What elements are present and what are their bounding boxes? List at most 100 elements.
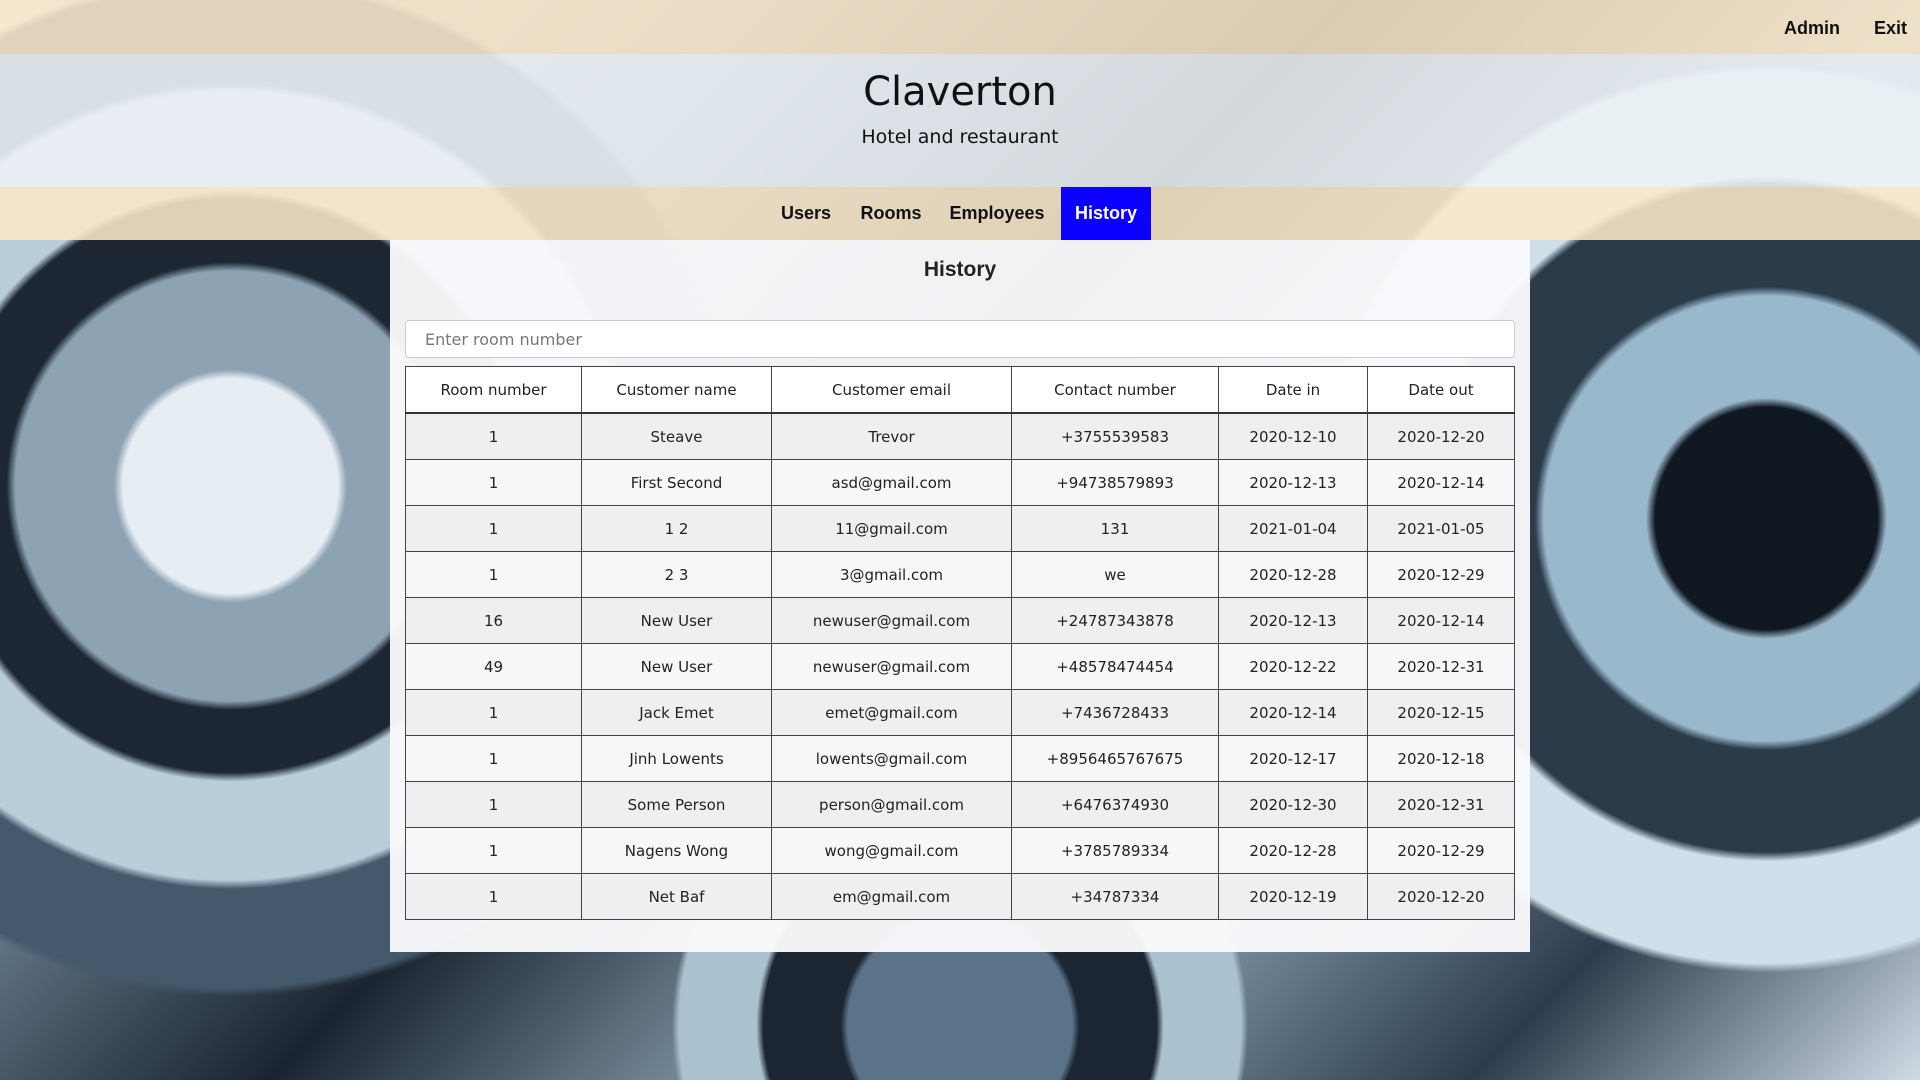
table-row: 16 New User newuser@gmail.com +24787343878 2… bbox=[405, 597, 1515, 644]
customer-name-cell: Net Baf bbox=[581, 873, 772, 920]
main-nav: Users Rooms Employees History bbox=[0, 187, 1920, 240]
contact-number-cell: +7436728433 bbox=[1011, 689, 1219, 736]
customer-name-cell: 2 3 bbox=[581, 551, 772, 598]
customer-name-cell: 1 2 bbox=[581, 505, 772, 552]
customer-name-cell: Some Person bbox=[581, 781, 772, 828]
room-number-cell: 1 bbox=[405, 781, 582, 828]
tab-history[interactable]: History bbox=[1061, 187, 1151, 240]
date-out-cell: 2020-12-15 bbox=[1367, 689, 1515, 736]
date-in-cell: 2020-12-13 bbox=[1218, 597, 1368, 644]
date-out-cell: 2020-12-14 bbox=[1367, 459, 1515, 506]
date-in-cell: 2020-12-13 bbox=[1218, 459, 1368, 506]
page-heading: History bbox=[923, 258, 997, 281]
exit-link[interactable]: Exit bbox=[1874, 18, 1907, 39]
history-panel: History Room number Customer name Custom… bbox=[390, 240, 1530, 952]
date-out-cell: 2020-12-20 bbox=[1367, 412, 1515, 460]
customer-name-cell: First Second bbox=[581, 459, 772, 506]
column-header-date-out: Date out bbox=[1367, 366, 1515, 414]
date-out-cell: 2020-12-18 bbox=[1367, 735, 1515, 782]
date-in-cell: 2020-12-14 bbox=[1218, 689, 1368, 736]
tab-rooms[interactable]: Rooms bbox=[858, 187, 924, 240]
room-number-cell: 49 bbox=[405, 643, 582, 690]
date-out-cell: 2020-12-31 bbox=[1367, 643, 1515, 690]
customer-name-cell: Jack Emet bbox=[581, 689, 772, 736]
table-row: 12 3 3@gmail.com we 2020-12-28 2020-12-29 bbox=[405, 551, 1515, 598]
column-header-customer-name: Customer name bbox=[581, 366, 772, 414]
date-in-cell: 2020-12-22 bbox=[1218, 643, 1368, 690]
date-out-cell: 2020-12-29 bbox=[1367, 827, 1515, 874]
date-in-cell: 2020-12-19 bbox=[1218, 873, 1368, 920]
customer-name-cell: Steave bbox=[581, 412, 772, 460]
room-number-cell: 1 bbox=[405, 735, 582, 782]
customer-email-cell: lowents@gmail.com bbox=[771, 735, 1012, 782]
contact-number-cell: +3785789334 bbox=[1011, 827, 1219, 874]
table-row: 1 Steave Trevor +3755539583 2020-12-10 2020-1… bbox=[405, 412, 1515, 460]
date-in-cell: 2020-12-28 bbox=[1218, 827, 1368, 874]
customer-name-cell: New User bbox=[581, 643, 772, 690]
room-number-cell: 1 bbox=[405, 505, 582, 552]
customer-name-cell: New User bbox=[581, 597, 772, 644]
column-header-customer-email: Customer email bbox=[771, 366, 1012, 414]
customer-email-cell: em@gmail.com bbox=[771, 873, 1012, 920]
contact-number-cell: +48578474454 bbox=[1011, 643, 1219, 690]
table-row: 11 2 11@gmail.com 131 2021-01-04 2021-01-05 bbox=[405, 505, 1515, 552]
customer-email-cell: 3@gmail.com bbox=[771, 551, 1012, 598]
table-row: 49 New User newuser@gmail.com +48578474454 2… bbox=[405, 643, 1515, 690]
customer-email-cell: 11@gmail.com bbox=[771, 505, 1012, 552]
table-row: 1 Jack Emet emet@gmail.com +7436728433 2020-… bbox=[405, 689, 1515, 736]
date-out-cell: 2020-12-14 bbox=[1367, 597, 1515, 644]
table-row: 1 Nagens Wong wong@gmail.com +3785789334 202… bbox=[405, 827, 1515, 874]
room-number-cell: 1 bbox=[405, 827, 582, 874]
customer-name-cell: Nagens Wong bbox=[581, 827, 772, 874]
date-in-cell: 2020-12-30 bbox=[1218, 781, 1368, 828]
customer-email-cell: newuser@gmail.com bbox=[771, 597, 1012, 644]
tab-users[interactable]: Users bbox=[774, 187, 838, 240]
contact-number-cell: +3755539583 bbox=[1011, 412, 1219, 460]
table-row: 1 First Second asd@gmail.com +94738579893 20… bbox=[405, 459, 1515, 506]
table-body: 1 Steave Trevor +3755539583 2020-12-10 2020-1… bbox=[405, 412, 1515, 920]
room-number-search-input[interactable] bbox=[405, 320, 1515, 358]
site-title: Claverton bbox=[863, 69, 1057, 115]
customer-email-cell: wong@gmail.com bbox=[771, 827, 1012, 874]
table-header-row: Room number Customer name Customer email… bbox=[405, 366, 1515, 414]
date-in-cell: 2020-12-28 bbox=[1218, 551, 1368, 598]
customer-email-cell: emet@gmail.com bbox=[771, 689, 1012, 736]
room-number-cell: 16 bbox=[405, 597, 582, 644]
site-subtitle: Hotel and restaurant bbox=[861, 126, 1059, 148]
contact-number-cell: +6476374930 bbox=[1011, 781, 1219, 828]
brand-header: Claverton Hotel and restaurant bbox=[0, 54, 1920, 187]
customer-email-cell: Trevor bbox=[771, 412, 1012, 460]
table-row: 1 Net Baf em@gmail.com +34787334 2020-12-19 2… bbox=[405, 873, 1515, 920]
contact-number-cell: we bbox=[1011, 551, 1219, 598]
date-out-cell: 2020-12-20 bbox=[1367, 873, 1515, 920]
table-row: 1 Some Person person@gmail.com +6476374930 2… bbox=[405, 781, 1515, 828]
date-out-cell: 2020-12-31 bbox=[1367, 781, 1515, 828]
room-number-cell: 1 bbox=[405, 459, 582, 506]
table-row: 1 Jinh Lowents lowents@gmail.com +895646576… bbox=[405, 735, 1515, 782]
customer-email-cell: newuser@gmail.com bbox=[771, 643, 1012, 690]
room-number-cell: 1 bbox=[405, 689, 582, 736]
date-in-cell: 2021-01-04 bbox=[1218, 505, 1368, 552]
customer-email-cell: asd@gmail.com bbox=[771, 459, 1012, 506]
admin-link[interactable]: Admin bbox=[1784, 18, 1840, 39]
room-number-cell: 1 bbox=[405, 412, 582, 460]
contact-number-cell: +8956465767675 bbox=[1011, 735, 1219, 782]
date-in-cell: 2020-12-10 bbox=[1218, 412, 1368, 460]
customer-name-cell: Jinh Lowents bbox=[581, 735, 772, 782]
room-number-cell: 1 bbox=[405, 873, 582, 920]
contact-number-cell: +34787334 bbox=[1011, 873, 1219, 920]
customer-email-cell: person@gmail.com bbox=[771, 781, 1012, 828]
column-header-date-in: Date in bbox=[1218, 366, 1368, 414]
date-out-cell: 2021-01-05 bbox=[1367, 505, 1515, 552]
tab-employees[interactable]: Employees bbox=[944, 187, 1050, 240]
date-in-cell: 2020-12-17 bbox=[1218, 735, 1368, 782]
contact-number-cell: +24787343878 bbox=[1011, 597, 1219, 644]
date-out-cell: 2020-12-29 bbox=[1367, 551, 1515, 598]
contact-number-cell: +94738579893 bbox=[1011, 459, 1219, 506]
contact-number-cell: 131 bbox=[1011, 505, 1219, 552]
top-bar: Admin Exit bbox=[0, 0, 1920, 54]
column-header-contact-number: Contact number bbox=[1011, 366, 1219, 414]
column-header-room-number: Room number bbox=[405, 366, 582, 414]
room-number-cell: 1 bbox=[405, 551, 582, 598]
history-table: Room number Customer name Customer email… bbox=[405, 366, 1515, 920]
